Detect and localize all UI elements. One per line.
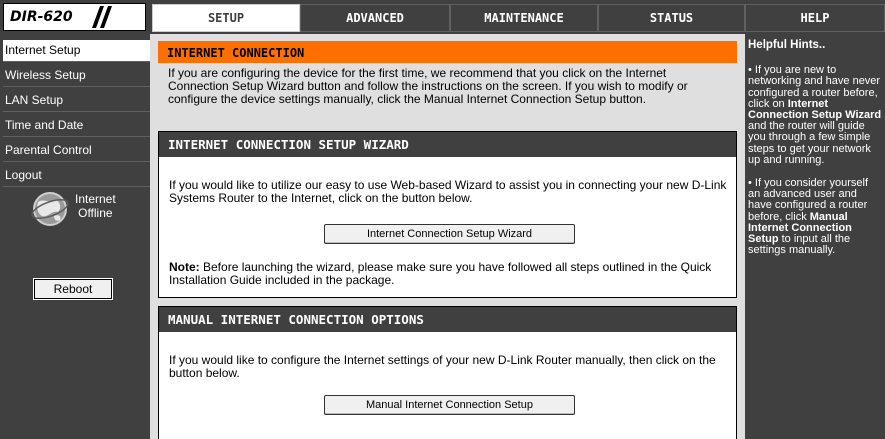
manual-description: If you would like to configure the Inter… (169, 353, 716, 380)
setup-wizard-section: INTERNET CONNECTION SETUP WIZARD If you … (158, 131, 737, 298)
top-navigation-bar: DIR-620 SETUP ADVANCED MAINTENANCE STATU… (0, 0, 885, 34)
note-text: Before launching the wizard, please make… (169, 260, 712, 287)
help-title: Helpful Hints.. (748, 39, 826, 51)
section-title-setup-wizard: INTERNET CONNECTION SETUP WIZARD (159, 132, 736, 157)
globe-offline-icon (31, 192, 69, 226)
note-label: Note: (169, 260, 200, 274)
sidebar: Internet Setup Wireless Setup LAN Setup … (0, 34, 150, 439)
wizard-note: Note: Before launching the wizard, pleas… (169, 261, 734, 287)
model-name: DIR-620 (10, 9, 73, 25)
internet-connection-section: INTERNET CONNECTION If you are configuri… (158, 41, 737, 106)
sidebar-item-time-and-date[interactable]: Time and Date (3, 115, 150, 137)
hint1-text-end: and the router will guide you through a … (748, 120, 871, 166)
tab-advanced[interactable]: ADVANCED (300, 4, 450, 32)
internet-status-label: Internet Offline (75, 192, 116, 220)
sidebar-item-wireless-setup[interactable]: Wireless Setup (3, 65, 150, 87)
tab-setup[interactable]: SETUP (152, 4, 300, 32)
sidebar-item-lan-setup[interactable]: LAN Setup (3, 90, 150, 112)
dlink-logo: DIR-620 (3, 3, 146, 31)
logo-slashes-icon (92, 6, 112, 28)
help-hint-manual: • If you consider yourself an advanced u… (748, 177, 882, 256)
help-hint-wizard: • If you are new to networking and have … (748, 65, 882, 166)
wizard-description: If you would like to utilize our easy to… (169, 178, 727, 205)
tab-maintenance[interactable]: MAINTENANCE (450, 4, 598, 32)
sidebar-item-parental-control[interactable]: Parental Control (3, 140, 150, 162)
manual-connection-section: MANUAL INTERNET CONNECTION OPTIONS If yo… (158, 306, 737, 439)
internet-status: Internet Offline (26, 182, 136, 242)
status-line-offline: Offline (78, 206, 113, 220)
manual-internet-connection-setup-button[interactable]: Manual Internet Connection Setup (324, 395, 575, 415)
section-title-manual-connection: MANUAL INTERNET CONNECTION OPTIONS (159, 307, 736, 332)
main-content: INTERNET CONNECTION If you are configuri… (150, 34, 745, 439)
reboot-button[interactable]: Reboot (33, 278, 113, 300)
hint2-text: • If you consider yourself an advanced u… (748, 177, 869, 223)
internet-connection-setup-wizard-button[interactable]: Internet Connection Setup Wizard (324, 224, 575, 244)
tab-status[interactable]: STATUS (598, 4, 745, 32)
status-line-internet: Internet (75, 192, 116, 206)
help-panel: Helpful Hints.. • If you are new to netw… (745, 34, 885, 439)
section-title-internet-connection: INTERNET CONNECTION (158, 41, 737, 63)
internet-connection-description: If you are configuring the device for th… (168, 66, 688, 106)
sidebar-item-internet-setup[interactable]: Internet Setup (3, 40, 150, 62)
tab-help[interactable]: HELP (745, 4, 885, 32)
